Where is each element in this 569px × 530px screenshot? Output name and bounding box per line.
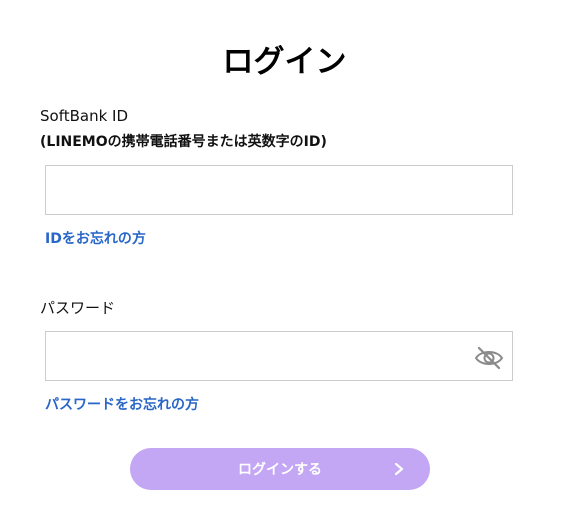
chevron-right-icon [390, 459, 408, 479]
forgot-password-link[interactable]: パスワードをお忘れの方 [45, 395, 199, 415]
password-input[interactable] [45, 331, 513, 381]
login-button[interactable]: ログインする [130, 448, 430, 490]
password-label: パスワード [40, 299, 116, 317]
eye-slash-icon [474, 346, 504, 370]
softbank-id-sublabel: (LINEMOの携帯電話番号または英数字のID) [40, 134, 327, 150]
softbank-id-label: SoftBank ID [40, 107, 129, 125]
page-title: ログイン [222, 44, 347, 80]
login-button-label: ログインする [238, 461, 322, 477]
forgot-id-link[interactable]: IDをお忘れの方 [45, 229, 146, 249]
softbank-id-input[interactable] [45, 165, 513, 215]
password-visibility-toggle[interactable] [472, 344, 506, 372]
